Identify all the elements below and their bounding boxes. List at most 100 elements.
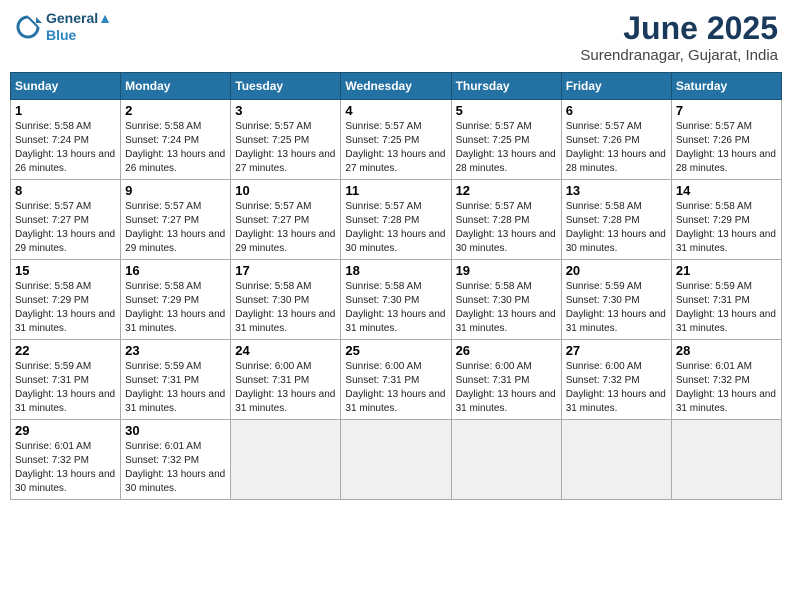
- header-monday: Monday: [121, 73, 231, 100]
- logo-icon: [14, 13, 42, 41]
- calendar-cell: 26 Sunrise: 6:00 AM Sunset: 7:31 PM Dayl…: [451, 340, 561, 420]
- day-number: 16: [125, 263, 226, 278]
- calendar-cell: 19 Sunrise: 5:58 AM Sunset: 7:30 PM Dayl…: [451, 260, 561, 340]
- day-info: Sunrise: 5:57 AM Sunset: 7:28 PM Dayligh…: [456, 200, 557, 256]
- day-info: Sunrise: 5:59 AM Sunset: 7:31 PM Dayligh…: [125, 360, 226, 416]
- day-number: 19: [456, 263, 557, 278]
- day-number: 26: [456, 343, 557, 358]
- calendar-week-row: 8 Sunrise: 5:57 AM Sunset: 7:27 PM Dayli…: [11, 180, 782, 260]
- calendar-cell: 27 Sunrise: 6:00 AM Sunset: 7:32 PM Dayl…: [561, 340, 671, 420]
- day-info: Sunrise: 5:57 AM Sunset: 7:25 PM Dayligh…: [345, 120, 446, 176]
- day-number: 24: [235, 343, 336, 358]
- calendar-cell: 11 Sunrise: 5:57 AM Sunset: 7:28 PM Dayl…: [341, 180, 451, 260]
- day-info: Sunrise: 5:57 AM Sunset: 7:26 PM Dayligh…: [676, 120, 777, 176]
- title-area: June 2025 Surendranagar, Gujarat, India: [580, 10, 778, 64]
- calendar-cell: [231, 420, 341, 500]
- calendar-cell: 21 Sunrise: 5:59 AM Sunset: 7:31 PM Dayl…: [671, 260, 781, 340]
- calendar-week-row: 1 Sunrise: 5:58 AM Sunset: 7:24 PM Dayli…: [11, 100, 782, 180]
- calendar-cell: 8 Sunrise: 5:57 AM Sunset: 7:27 PM Dayli…: [11, 180, 121, 260]
- day-number: 27: [566, 343, 667, 358]
- day-info: Sunrise: 5:58 AM Sunset: 7:29 PM Dayligh…: [15, 280, 116, 336]
- calendar-cell: 25 Sunrise: 6:00 AM Sunset: 7:31 PM Dayl…: [341, 340, 451, 420]
- day-number: 10: [235, 183, 336, 198]
- day-number: 8: [15, 183, 116, 198]
- header-friday: Friday: [561, 73, 671, 100]
- calendar-cell: 30 Sunrise: 6:01 AM Sunset: 7:32 PM Dayl…: [121, 420, 231, 500]
- day-number: 15: [15, 263, 116, 278]
- logo: General▲ Blue: [14, 10, 112, 44]
- header-tuesday: Tuesday: [231, 73, 341, 100]
- day-info: Sunrise: 6:00 AM Sunset: 7:31 PM Dayligh…: [456, 360, 557, 416]
- day-number: 18: [345, 263, 446, 278]
- day-info: Sunrise: 6:00 AM Sunset: 7:31 PM Dayligh…: [235, 360, 336, 416]
- day-number: 29: [15, 423, 116, 438]
- day-number: 23: [125, 343, 226, 358]
- day-info: Sunrise: 6:01 AM Sunset: 7:32 PM Dayligh…: [125, 440, 226, 496]
- day-info: Sunrise: 6:01 AM Sunset: 7:32 PM Dayligh…: [15, 440, 116, 496]
- day-info: Sunrise: 5:59 AM Sunset: 7:30 PM Dayligh…: [566, 280, 667, 336]
- day-number: 20: [566, 263, 667, 278]
- day-info: Sunrise: 5:57 AM Sunset: 7:25 PM Dayligh…: [456, 120, 557, 176]
- weekday-header-row: Sunday Monday Tuesday Wednesday Thursday…: [11, 73, 782, 100]
- day-info: Sunrise: 6:00 AM Sunset: 7:32 PM Dayligh…: [566, 360, 667, 416]
- calendar-cell: 24 Sunrise: 6:00 AM Sunset: 7:31 PM Dayl…: [231, 340, 341, 420]
- day-number: 2: [125, 103, 226, 118]
- calendar-cell: 3 Sunrise: 5:57 AM Sunset: 7:25 PM Dayli…: [231, 100, 341, 180]
- day-number: 28: [676, 343, 777, 358]
- day-number: 13: [566, 183, 667, 198]
- day-info: Sunrise: 5:58 AM Sunset: 7:30 PM Dayligh…: [235, 280, 336, 336]
- calendar-cell: 17 Sunrise: 5:58 AM Sunset: 7:30 PM Dayl…: [231, 260, 341, 340]
- logo-text: General▲ Blue: [46, 10, 112, 44]
- day-info: Sunrise: 6:01 AM Sunset: 7:32 PM Dayligh…: [676, 360, 777, 416]
- calendar-week-row: 29 Sunrise: 6:01 AM Sunset: 7:32 PM Dayl…: [11, 420, 782, 500]
- calendar-cell: [451, 420, 561, 500]
- day-info: Sunrise: 5:57 AM Sunset: 7:27 PM Dayligh…: [15, 200, 116, 256]
- header-thursday: Thursday: [451, 73, 561, 100]
- day-number: 9: [125, 183, 226, 198]
- calendar-cell: 9 Sunrise: 5:57 AM Sunset: 7:27 PM Dayli…: [121, 180, 231, 260]
- day-number: 6: [566, 103, 667, 118]
- day-number: 11: [345, 183, 446, 198]
- calendar-cell: 14 Sunrise: 5:58 AM Sunset: 7:29 PM Dayl…: [671, 180, 781, 260]
- day-info: Sunrise: 5:59 AM Sunset: 7:31 PM Dayligh…: [676, 280, 777, 336]
- day-number: 12: [456, 183, 557, 198]
- header: General▲ Blue June 2025 Surendranagar, G…: [10, 10, 782, 64]
- calendar-cell: 29 Sunrise: 6:01 AM Sunset: 7:32 PM Dayl…: [11, 420, 121, 500]
- day-number: 21: [676, 263, 777, 278]
- month-title: June 2025: [580, 10, 778, 47]
- day-number: 17: [235, 263, 336, 278]
- day-info: Sunrise: 5:58 AM Sunset: 7:24 PM Dayligh…: [15, 120, 116, 176]
- calendar-cell: 20 Sunrise: 5:59 AM Sunset: 7:30 PM Dayl…: [561, 260, 671, 340]
- day-number: 7: [676, 103, 777, 118]
- calendar-cell: 28 Sunrise: 6:01 AM Sunset: 7:32 PM Dayl…: [671, 340, 781, 420]
- calendar-cell: 5 Sunrise: 5:57 AM Sunset: 7:25 PM Dayli…: [451, 100, 561, 180]
- calendar-cell: 13 Sunrise: 5:58 AM Sunset: 7:28 PM Dayl…: [561, 180, 671, 260]
- calendar-week-row: 22 Sunrise: 5:59 AM Sunset: 7:31 PM Dayl…: [11, 340, 782, 420]
- day-number: 25: [345, 343, 446, 358]
- day-number: 4: [345, 103, 446, 118]
- day-number: 3: [235, 103, 336, 118]
- day-info: Sunrise: 5:58 AM Sunset: 7:30 PM Dayligh…: [456, 280, 557, 336]
- calendar-cell: 10 Sunrise: 5:57 AM Sunset: 7:27 PM Dayl…: [231, 180, 341, 260]
- day-info: Sunrise: 5:57 AM Sunset: 7:27 PM Dayligh…: [235, 200, 336, 256]
- day-number: 22: [15, 343, 116, 358]
- day-info: Sunrise: 5:58 AM Sunset: 7:29 PM Dayligh…: [125, 280, 226, 336]
- day-number: 30: [125, 423, 226, 438]
- header-wednesday: Wednesday: [341, 73, 451, 100]
- calendar-cell: 16 Sunrise: 5:58 AM Sunset: 7:29 PM Dayl…: [121, 260, 231, 340]
- day-info: Sunrise: 5:57 AM Sunset: 7:26 PM Dayligh…: [566, 120, 667, 176]
- header-saturday: Saturday: [671, 73, 781, 100]
- calendar-cell: 12 Sunrise: 5:57 AM Sunset: 7:28 PM Dayl…: [451, 180, 561, 260]
- calendar-cell: [561, 420, 671, 500]
- day-info: Sunrise: 5:57 AM Sunset: 7:27 PM Dayligh…: [125, 200, 226, 256]
- day-info: Sunrise: 6:00 AM Sunset: 7:31 PM Dayligh…: [345, 360, 446, 416]
- calendar-cell: 18 Sunrise: 5:58 AM Sunset: 7:30 PM Dayl…: [341, 260, 451, 340]
- calendar-cell: 22 Sunrise: 5:59 AM Sunset: 7:31 PM Dayl…: [11, 340, 121, 420]
- calendar-cell: 6 Sunrise: 5:57 AM Sunset: 7:26 PM Dayli…: [561, 100, 671, 180]
- calendar-week-row: 15 Sunrise: 5:58 AM Sunset: 7:29 PM Dayl…: [11, 260, 782, 340]
- day-number: 5: [456, 103, 557, 118]
- calendar-cell: 23 Sunrise: 5:59 AM Sunset: 7:31 PM Dayl…: [121, 340, 231, 420]
- day-info: Sunrise: 5:58 AM Sunset: 7:24 PM Dayligh…: [125, 120, 226, 176]
- calendar-cell: 15 Sunrise: 5:58 AM Sunset: 7:29 PM Dayl…: [11, 260, 121, 340]
- day-info: Sunrise: 5:59 AM Sunset: 7:31 PM Dayligh…: [15, 360, 116, 416]
